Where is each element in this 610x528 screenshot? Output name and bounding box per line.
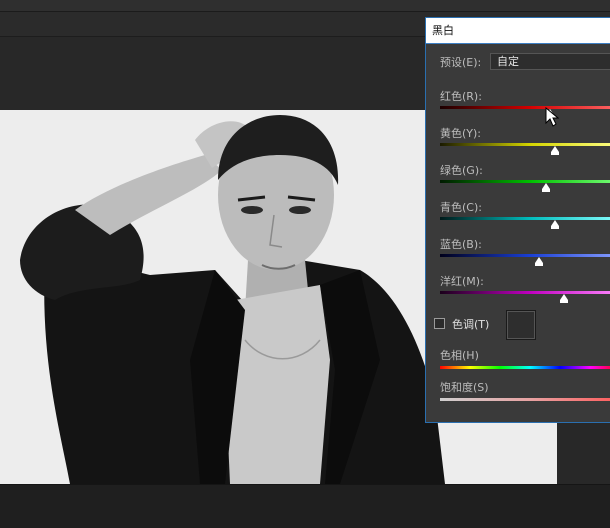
tint-checkbox[interactable] [434, 318, 445, 329]
magenta-slider-track[interactable] [440, 291, 610, 294]
green-slider-thumb[interactable] [542, 183, 551, 192]
dialog-title: 黑白 [426, 18, 610, 44]
yellow-slider-track[interactable] [440, 143, 610, 146]
blue-slider-label: 蓝色(B): [440, 238, 482, 251]
mouse-cursor-icon [545, 106, 560, 131]
yellow-slider-label: 黄色(Y): [440, 127, 482, 140]
yellow-slider-thumb[interactable] [551, 146, 560, 155]
saturation-label: 饱和度(S) [440, 381, 489, 394]
app-menubar [0, 0, 610, 12]
black-white-dialog: 黑白 预设(E): 自定 红色(R): 黄色(Y): 绿色(G): 青色(C):… [425, 17, 610, 423]
preset-dropdown[interactable]: 自定 [490, 53, 610, 70]
tint-color-swatch[interactable] [506, 310, 536, 340]
cyan-slider-track[interactable] [440, 217, 610, 220]
green-slider-label: 绿色(G): [440, 164, 483, 177]
preset-row: 预设(E): 自定 [440, 53, 610, 71]
status-bar [0, 484, 610, 528]
cyan-slider-thumb[interactable] [551, 220, 560, 229]
hue-slider-track[interactable] [440, 366, 610, 369]
red-slider-track[interactable] [440, 106, 610, 109]
tint-label: 色调(T) [452, 318, 490, 331]
blue-slider-thumb[interactable] [535, 257, 543, 266]
green-slider-track[interactable] [440, 180, 610, 183]
cyan-slider-label: 青色(C): [440, 201, 482, 214]
preset-label: 预设(E): [440, 56, 482, 69]
magenta-slider-label: 洋红(M): [440, 275, 484, 288]
blue-slider-track[interactable] [440, 254, 610, 257]
magenta-slider-thumb[interactable] [560, 294, 569, 303]
hue-label: 色相(H) [440, 349, 479, 362]
red-slider-label: 红色(R): [440, 90, 482, 103]
saturation-slider-track[interactable] [440, 398, 610, 401]
tint-row: 色调(T) [434, 310, 610, 340]
